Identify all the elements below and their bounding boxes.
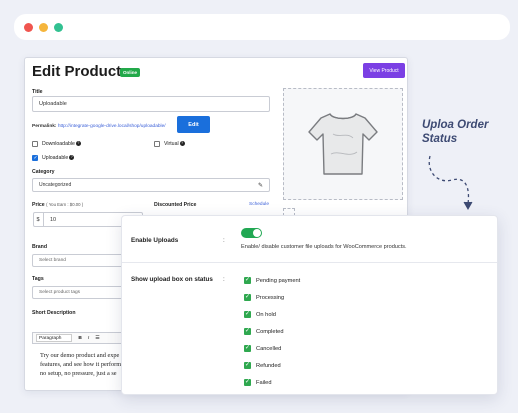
window-titlebar [14,14,510,40]
title-label: Title [32,89,43,95]
discounted-price-label: Discounted Price [154,202,197,208]
currency-prefix: $ [33,212,44,227]
italic-icon[interactable]: I [88,336,89,341]
downloadable-label: Downloadable? [42,141,81,147]
status-item-processing[interactable]: Processing [244,293,284,301]
status-item-failed[interactable]: Failed [244,378,272,386]
checkbox-checked[interactable] [244,344,251,352]
downloadable-checkbox[interactable] [32,141,38,147]
status-item-refunded[interactable]: Refunded [244,361,281,369]
title-input[interactable]: Uploadable [32,96,270,112]
uploadable-checkbox[interactable] [32,155,38,161]
category-select[interactable]: Uncategorized ✎ [32,178,270,192]
status-badge: Online [120,68,141,77]
permalink-label: Permalink: [32,124,57,129]
status-item-completed[interactable]: Completed [244,327,284,335]
checkbox-checked[interactable] [244,361,251,369]
help-icon: ? [179,141,185,147]
schedule-link[interactable]: Schedule [249,202,269,207]
status-label: Show upload box on status [131,276,213,283]
bold-icon[interactable]: B [78,336,81,341]
enable-uploads-toggle[interactable] [241,228,262,238]
enable-uploads-row: Enable Uploads : Enable/ disable custome… [122,216,497,263]
status-item-cancelled[interactable]: Cancelled [244,344,281,352]
uploadable-label: Uploadable? [42,155,75,161]
edit-permalink-button[interactable]: Edit [177,116,210,133]
close-window-dot[interactable] [24,23,33,32]
help-icon: ? [69,155,75,161]
checkbox-checked[interactable] [244,293,251,301]
virtual-checkbox[interactable] [154,141,160,147]
tshirt-image [308,113,378,175]
checkbox-checked[interactable] [244,378,251,386]
upload-settings-panel: Enable Uploads : Enable/ disable custome… [121,215,498,395]
separator-colon: : [223,237,225,244]
brand-select[interactable]: Select brand [32,254,132,267]
enable-uploads-description: Enable/ disable customer file uploads fo… [241,244,407,250]
pencil-icon[interactable]: ✎ [258,182,263,189]
status-item-pending-payment[interactable]: Pending payment [244,276,300,284]
checkbox-checked[interactable] [244,276,251,284]
view-product-button[interactable]: View Product [363,63,405,78]
maximize-window-dot[interactable] [54,23,63,32]
minimize-window-dot[interactable] [39,23,48,32]
separator-colon: : [223,276,225,283]
annotation-arrow-icon [428,155,473,211]
paragraph-format-select[interactable]: Paragraph [36,334,73,342]
tags-select[interactable]: Select product tags [32,286,132,299]
page-title: Edit Product [32,63,122,80]
permalink: Permalink: http://integrate-google-drive… [32,124,166,129]
category-label: Category [32,169,55,175]
annotation-line-2: Status [422,133,458,145]
virtual-label: Virtual? [164,141,185,147]
checkbox-checked[interactable] [244,327,251,335]
permalink-url[interactable]: http://integrate-google-drive.local/shop… [58,124,166,129]
price-label: Price ( You Earn : $0.00 ) [32,202,84,208]
annotation-text: Uploa Order Status [422,118,506,146]
checkbox-checked[interactable] [244,310,251,318]
tags-label: Tags [32,276,44,282]
help-icon: ? [75,141,81,147]
category-value: Uncategorized [39,182,72,188]
annotation-line-1: Uploa Order [422,119,489,131]
bullet-list-icon[interactable]: ☰ [95,336,99,341]
enable-uploads-label: Enable Uploads [131,237,179,244]
short-description-label: Short Description [32,310,76,316]
product-image-box[interactable] [283,88,403,200]
brand-label: Brand [32,244,47,250]
status-item-on-hold[interactable]: On hold [244,310,276,318]
price-earn-hint: ( You Earn : $0.00 ) [46,202,84,207]
